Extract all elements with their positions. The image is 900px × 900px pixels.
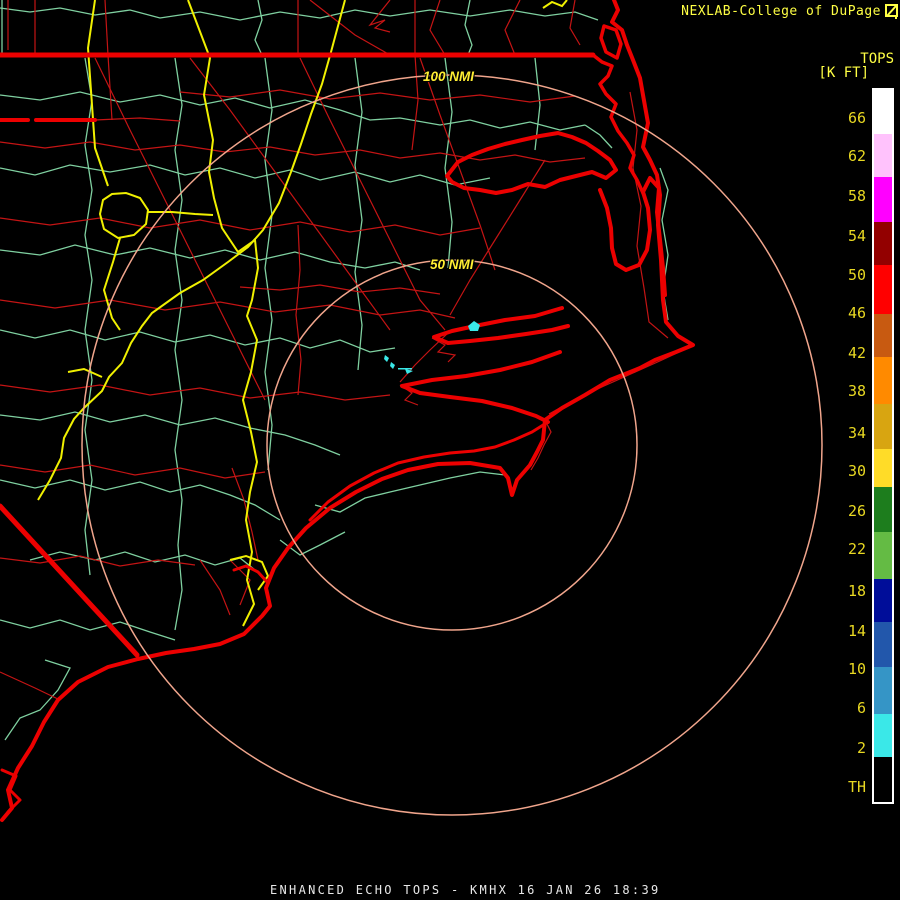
cod-logo-icon [885,4,898,19]
legend-label: 50 [848,267,866,283]
legend-segment [874,579,892,622]
county-lines [0,0,668,740]
ring-label-100nmi: 100 NMI [423,69,474,84]
product-caption: ENHANCED ECHO TOPS - KMHX 16 JAN 26 18:3… [270,883,661,897]
legend-segment [874,357,892,404]
ring-100nmi [82,75,822,815]
header: NEXLAB-College of DuPage [681,4,898,19]
legend-segment [874,449,892,487]
legend-label: 18 [848,583,866,599]
legend-segment [874,757,892,802]
range-rings [82,75,822,815]
header-brand: NEXLAB-College of DuPage [681,4,881,19]
legend-colorbar [872,88,894,804]
legend-segment [874,404,892,449]
legend-segment [874,714,892,757]
legend-units: [K FT] [818,65,869,81]
map-canvas [0,0,900,900]
ring-label-50nmi: 50 NMI [430,257,474,272]
ring-50nmi [267,260,637,630]
legend-segment [874,532,892,579]
legend-label: 58 [848,188,866,204]
legend-segment [874,265,892,314]
legend-label: 2 [857,740,866,756]
legend-label: 30 [848,463,866,479]
legend-label: 14 [848,623,866,639]
legend-segment [874,487,892,532]
legend-label: 6 [857,700,866,716]
legend-segment [874,622,892,667]
legend-segment [874,314,892,357]
legend-segment [874,222,892,265]
legend-label: 22 [848,541,866,557]
legend-label: 26 [848,503,866,519]
legend-label: 54 [848,228,866,244]
legend-segment [874,90,892,134]
legend-label: TH [848,779,866,795]
legend-label: 46 [848,305,866,321]
legend-label: 38 [848,383,866,399]
legend-segment [874,177,892,222]
legend-label: 62 [848,148,866,164]
coastline-state-borders [0,0,693,820]
legend-label: 66 [848,110,866,126]
legend-label: 42 [848,345,866,361]
legend-segment [874,134,892,177]
legend-label: 34 [848,425,866,441]
radar-display: 100 NMI 50 NMI NEXLAB-College of DuPage … [0,0,900,900]
legend-label: 10 [848,661,866,677]
legend-segment [874,667,892,714]
